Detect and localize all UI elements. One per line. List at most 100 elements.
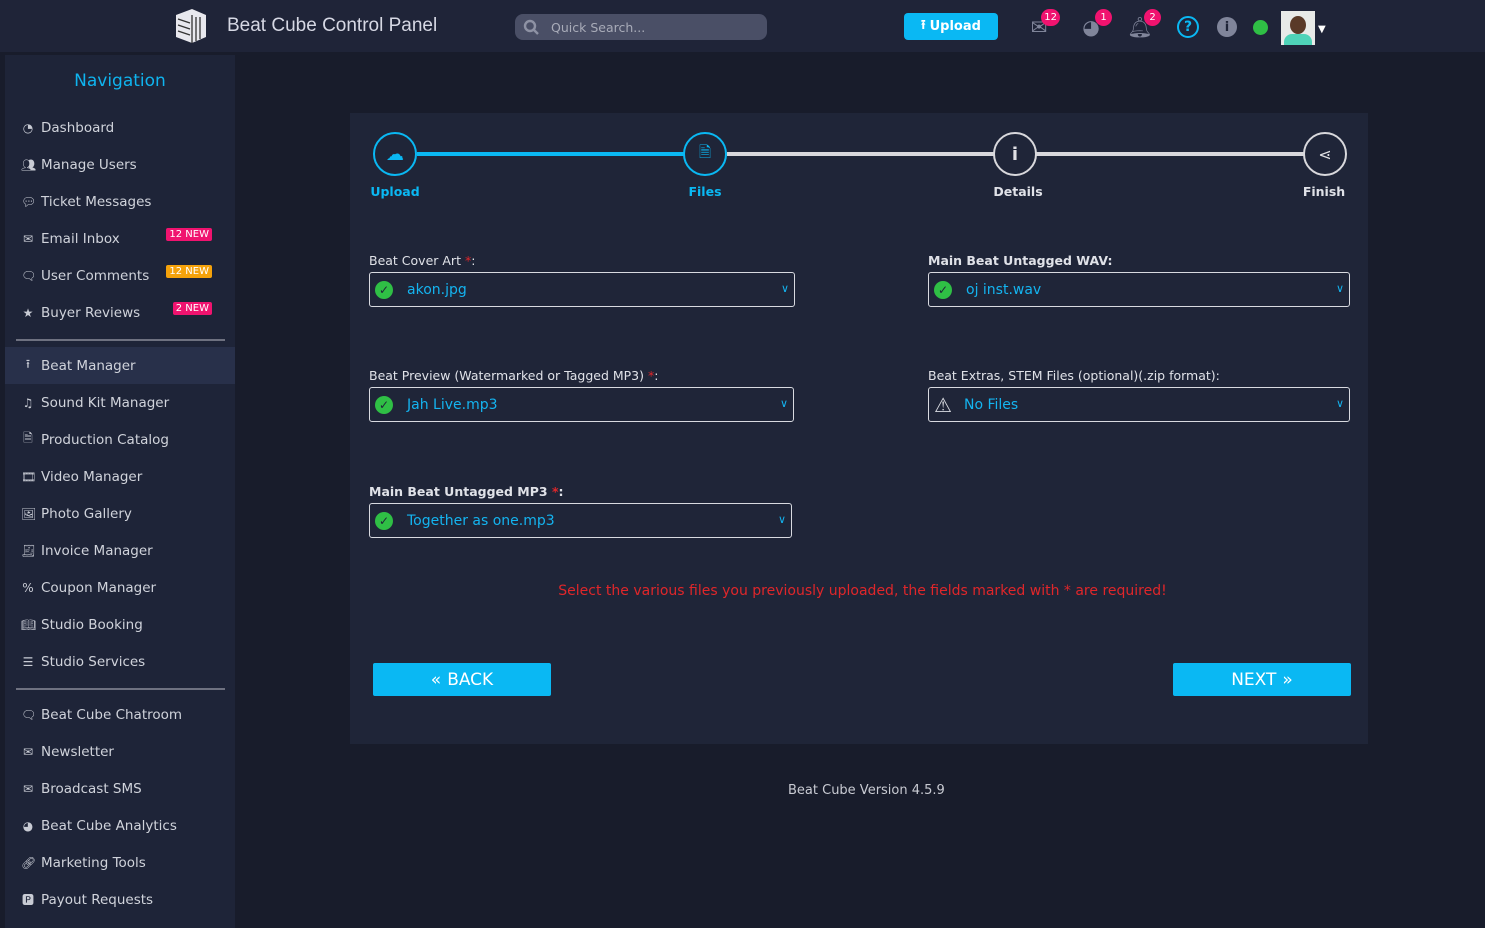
marketing-tools-icon: 🔗︎ <box>21 855 37 870</box>
step-upload[interactable]: ☁ <box>373 132 417 176</box>
mp3-value: Together as one.mp3 <box>407 512 555 529</box>
extras-value: No Files <box>964 396 1019 413</box>
info-icon: i <box>1217 17 1237 37</box>
step-label-details: Details <box>993 184 1043 199</box>
avatar[interactable] <box>1281 11 1315 45</box>
cover-art-select[interactable]: ✓ akon.jpg ∨ <box>369 272 795 307</box>
new-badge: 12 NEW <box>166 265 212 278</box>
extras-select[interactable]: ⚠ No Files ∨ <box>928 387 1350 422</box>
sidebar-item-broadcast-sms[interactable]: ✉ Broadcast SMS <box>5 770 235 807</box>
sidebar-item-label: Sound Kit Manager <box>41 394 170 411</box>
wav-select[interactable]: ✓ oj inst.wav ∨ <box>928 272 1350 307</box>
mp3-select[interactable]: ✓ Together as one.mp3 ∨ <box>369 503 792 538</box>
sidebar-item-production-catalog[interactable]: 🗎 Production Catalog <box>5 421 235 458</box>
newsletter-icon: ✉ <box>22 744 34 759</box>
check-circle-icon: ✓ <box>934 280 952 299</box>
sidebar-item-label: Production Catalog <box>41 431 169 448</box>
envelope-icon: ✉ <box>22 231 34 246</box>
sidebar-item-newsletter[interactable]: ✉ Newsletter <box>5 733 235 770</box>
sidebar: Navigation ◔ Dashboard 👥︎ Manage Users 💬︎ Tic… <box>5 55 235 928</box>
beat-cube-analytics-icon: ◕ <box>22 818 34 833</box>
nav-title: Navigation <box>74 71 166 91</box>
back-button[interactable]: «BACK <box>373 663 551 696</box>
sidebar-item-video-manager[interactable]: 🎞︎ Video Manager <box>5 458 235 495</box>
sidebar-item-beat-cube-chatroom[interactable]: 🗨︎ Beat Cube Chatroom <box>5 696 235 733</box>
studio-services-icon: ☰ <box>22 654 34 669</box>
sidebar-item-label: Photo Gallery <box>41 505 132 522</box>
globe-button[interactable]: ◕ 1 <box>1078 9 1112 40</box>
sidebar-item-label: Invoice Manager <box>41 542 153 559</box>
sidebar-item-user-comments[interactable]: 🗨︎ User Comments 12 NEW <box>5 257 235 294</box>
sidebar-item-manage-users[interactable]: 👥︎ Manage Users <box>5 146 235 183</box>
sidebar-item-invoice-manager[interactable]: 🧾︎ Invoice Manager <box>5 532 235 569</box>
search-input[interactable]: Quick Search... <box>515 14 767 40</box>
sidebar-item-label: Email Inbox <box>41 230 120 247</box>
upload-icon: ⭱ <box>921 17 926 33</box>
sidebar-item-label: Video Manager <box>41 468 143 485</box>
upload-label: Upload <box>929 19 981 34</box>
divider <box>16 339 225 341</box>
sidebar-item-coupon-manager[interactable]: % Coupon Manager <box>5 569 235 606</box>
audio-file-icon: 🗎 <box>698 142 712 161</box>
mp3-label: Main Beat Untagged MP3 *: <box>369 484 564 499</box>
sidebar-item-beat-manager[interactable]: ⭱ Beat Manager <box>5 347 235 384</box>
sidebar-item-payout-requests[interactable]: 🅿 Payout Requests <box>5 881 235 918</box>
sidebar-item-sound-kit-manager[interactable]: ♫ Sound Kit Manager <box>5 384 235 421</box>
sidebar-item-photo-gallery[interactable]: 🖼︎ Photo Gallery <box>5 495 235 532</box>
payout-requests-icon: 🅿 <box>21 893 34 907</box>
chevron-down-icon: ∨ <box>1335 397 1344 410</box>
share-icon: ⋖ <box>1318 144 1332 164</box>
studio-booking-icon: 📖︎ <box>21 617 37 632</box>
app-title: Beat Cube Control Panel <box>227 15 438 36</box>
warning-icon: ⚠ <box>934 392 952 417</box>
video-manager-icon: 🎞︎ <box>21 469 37 484</box>
sidebar-item-email-inbox[interactable]: ✉ Email Inbox 12 NEW <box>5 220 235 257</box>
comments-icon: 💬︎ <box>21 194 37 209</box>
step-finish[interactable]: ⋖ <box>1303 132 1347 176</box>
notifications-button[interactable]: 🔔︎ 2 <box>1127 9 1161 40</box>
question-icon: ? <box>1177 16 1199 38</box>
photo-gallery-icon: 🖼︎ <box>21 506 37 521</box>
wav-label: Main Beat Untagged WAV: <box>928 253 1113 268</box>
chevron-down-icon: ∨ <box>777 513 786 526</box>
sidebar-item-studio-booking[interactable]: 📖︎ Studio Booking <box>5 606 235 643</box>
top-header: Beat Cube Control Panel Quick Search... … <box>0 0 1485 52</box>
upload-button[interactable]: ⭱ Upload <box>904 13 998 40</box>
sidebar-item-label: Manage Users <box>41 156 137 173</box>
search-placeholder: Quick Search... <box>551 19 646 35</box>
sidebar-item-label: User Comments <box>41 267 150 284</box>
comment-icon: 🗨︎ <box>21 268 37 283</box>
step-details[interactable]: i <box>993 132 1037 176</box>
step-files[interactable]: 🗎 <box>683 132 727 176</box>
globe-badge: 1 <box>1095 9 1112 26</box>
dashboard-icon: ◔ <box>22 120 34 135</box>
chevron-down-icon[interactable]: ▼ <box>1318 24 1326 35</box>
check-circle-icon: ✓ <box>375 280 393 299</box>
new-badge: 2 NEW <box>172 302 212 315</box>
sidebar-item-beat-cube-analytics[interactable]: ◕ Beat Cube Analytics <box>5 807 235 844</box>
preview-select[interactable]: ✓ Jah Live.mp3 ∨ <box>369 387 794 422</box>
step-label-upload: Upload <box>370 184 420 199</box>
sidebar-item-buyer-reviews[interactable]: ★ Buyer Reviews 2 NEW <box>5 294 235 331</box>
help-button[interactable]: ? <box>1175 14 1201 40</box>
info-icon: i <box>1011 143 1019 165</box>
sidebar-item-marketing-tools[interactable]: 🔗︎ Marketing Tools <box>5 844 235 881</box>
version-footer: Beat Cube Version 4.5.9 <box>788 783 945 798</box>
star-icon: ★ <box>22 305 34 320</box>
sidebar-item-studio-services[interactable]: ☰ Studio Services <box>5 643 235 680</box>
check-circle-icon: ✓ <box>375 395 393 414</box>
divider <box>16 688 225 690</box>
sidebar-item-ticket-messages[interactable]: 💬︎ Ticket Messages <box>5 183 235 220</box>
next-label: NEXT <box>1231 669 1277 690</box>
sidebar-item-label: Newsletter <box>41 743 114 760</box>
invoice-manager-icon: 🧾︎ <box>21 543 37 558</box>
bell-badge: 2 <box>1144 9 1161 26</box>
sidebar-item-label: Dashboard <box>41 119 115 136</box>
chevron-down-icon: ∨ <box>1335 282 1344 295</box>
sidebar-item-dashboard[interactable]: ◔ Dashboard <box>5 109 235 146</box>
back-label: BACK <box>447 669 494 690</box>
next-button[interactable]: NEXT» <box>1173 663 1351 696</box>
mail-button[interactable]: ✉ 12 <box>1026 9 1060 40</box>
step-label-finish: Finish <box>1302 184 1346 199</box>
info-button[interactable]: i <box>1214 14 1240 40</box>
